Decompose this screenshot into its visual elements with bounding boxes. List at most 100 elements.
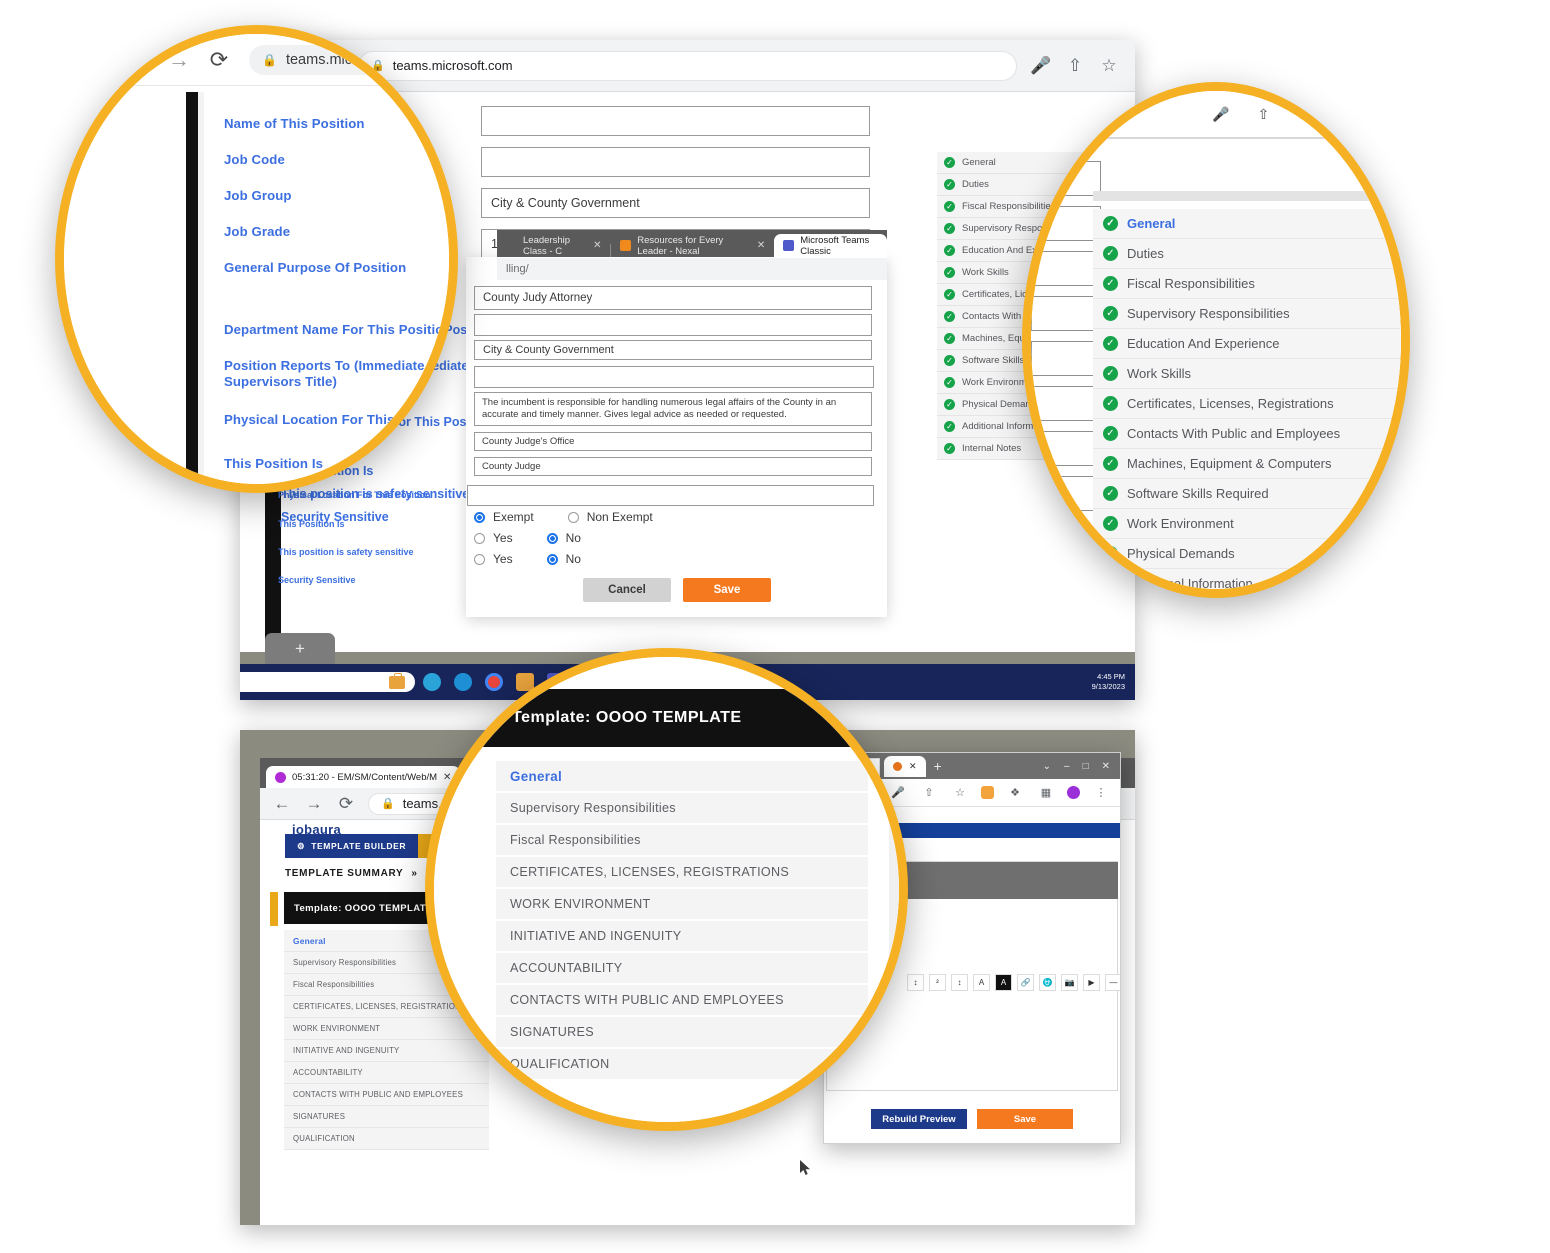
- star-icon[interactable]: ☆: [950, 783, 970, 803]
- list-item[interactable]: General: [496, 761, 868, 793]
- list-item[interactable]: INITIATIVE AND INGENUITY: [496, 921, 868, 953]
- close-icon[interactable]: ✕: [909, 761, 917, 772]
- share-icon[interactable]: ⇧: [1258, 106, 1270, 123]
- sliver-input-1[interactable]: [1031, 161, 1101, 196]
- sliver-input-8[interactable]: [1031, 476, 1101, 511]
- highlight-color-icon[interactable]: A: [995, 974, 1012, 991]
- list-item[interactable]: QUALIFICATION: [496, 1049, 868, 1081]
- share-icon[interactable]: ⇧: [1065, 56, 1085, 76]
- minimize-icon[interactable]: –: [1064, 761, 1070, 772]
- microphone-icon[interactable]: 🎤: [1212, 106, 1229, 123]
- list-item[interactable]: WORK ENVIRONMENT: [496, 889, 868, 921]
- input-name-of-position[interactable]: [481, 106, 870, 136]
- image-icon[interactable]: 📷: [1061, 974, 1078, 991]
- font-size-icon[interactable]: ↕: [907, 974, 924, 991]
- list-item[interactable]: Supervisory Responsibilities: [496, 793, 868, 825]
- text-color-icon[interactable]: A: [973, 974, 990, 991]
- list-item[interactable]: ✓ Software Skills Required: [1093, 479, 1401, 509]
- star-icon[interactable]: ☆: [1297, 106, 1310, 123]
- list-item[interactable]: CONTACTS WITH PUBLIC AND EMPLOYEES: [496, 985, 868, 1017]
- list-item[interactable]: ✓ Contacts With Public and Employees: [1093, 419, 1401, 449]
- sliver-input-3[interactable]: [1031, 251, 1101, 286]
- reload-icon[interactable]: ⟳: [336, 794, 356, 814]
- list-item[interactable]: ✓ Work Skills: [1093, 359, 1401, 389]
- front-textarea-general-purpose[interactable]: The incumbent is responsible for handlin…: [474, 392, 872, 426]
- front-input-blank-1[interactable]: [474, 366, 874, 388]
- input-job-code[interactable]: [481, 147, 870, 177]
- list-item[interactable]: ✓ Supervisory Responsibilities: [1093, 299, 1401, 329]
- list-item[interactable]: CERTIFICATES, LICENSES, REGISTRATIONS: [496, 857, 868, 889]
- new-tab-button[interactable]: +: [265, 633, 335, 665]
- list-item[interactable]: QUALIFICATION: [284, 1128, 489, 1150]
- radio-exempt[interactable]: [474, 511, 485, 523]
- reload-icon[interactable]: ⟳: [209, 47, 229, 72]
- extension-orange-icon[interactable]: [981, 786, 994, 799]
- video-icon[interactable]: ▶: [1083, 974, 1100, 991]
- radio-safety-no[interactable]: [546, 532, 558, 544]
- front-input-reports-to-2[interactable]: County Judge: [474, 457, 872, 476]
- sliver-input-7[interactable]: [1031, 431, 1101, 466]
- radio-safety-yes[interactable]: [474, 532, 485, 544]
- sidebar-icon[interactable]: ▦: [1036, 783, 1056, 803]
- list-item-label: Supervisory Responsibilities: [510, 801, 676, 815]
- tab-template-builder[interactable]: ⚙ TEMPLATE BUILDER: [285, 834, 419, 858]
- front-input-reports-to[interactable]: [474, 314, 872, 336]
- list-item[interactable]: SIGNATURES: [496, 1017, 868, 1049]
- list-item[interactable]: ✓ Work Environment: [1093, 509, 1401, 539]
- list-item[interactable]: ACCOUNTABILITY: [496, 953, 868, 985]
- close-icon[interactable]: ✕: [1102, 761, 1110, 772]
- maximize-icon[interactable]: □: [1083, 761, 1089, 772]
- share-icon[interactable]: ⇧: [919, 783, 939, 803]
- list-item[interactable]: ✓ Certificates, Licenses, Registrations: [1093, 389, 1401, 419]
- front-input-department[interactable]: County Judy Attorney: [474, 286, 872, 310]
- list-item[interactable]: ✓ Education And Experience: [1093, 329, 1401, 359]
- forward-arrow-icon[interactable]: →: [168, 47, 190, 72]
- front-window-url-fragment[interactable]: lling/: [497, 258, 887, 280]
- main-url-input[interactable]: 🔒 teams.microsoft.com: [358, 50, 1017, 81]
- list-item[interactable]: ✓ Duties: [1093, 239, 1401, 269]
- hr-icon[interactable]: —: [1105, 974, 1120, 991]
- plus-icon[interactable]: +: [934, 758, 942, 774]
- bottom-browser-tab[interactable]: 05:31:20 - EM/SM/Content/Web/M ✕: [266, 766, 461, 788]
- chevron-down-icon[interactable]: ⌄: [1043, 761, 1051, 772]
- list-item[interactable]: ✓ Physical Demands: [1093, 539, 1401, 569]
- cancel-button[interactable]: Cancel: [583, 578, 671, 602]
- subscript-icon[interactable]: ↕: [951, 974, 968, 991]
- front-input-blank-2[interactable]: [467, 485, 874, 506]
- browser-tab-1[interactable]: Leadership Class - C ✕: [497, 234, 610, 257]
- front-input-job-group[interactable]: City & County Government: [474, 340, 872, 360]
- front-input-department-name[interactable]: County Judge's Office: [474, 432, 872, 451]
- link-icon[interactable]: 🔗: [1017, 974, 1034, 991]
- close-icon[interactable]: ✕: [757, 240, 765, 251]
- extensions-icon[interactable]: ❖: [1005, 783, 1025, 803]
- sliver-input-2[interactable]: [1031, 206, 1101, 241]
- list-item[interactable]: ✓ Fiscal Responsibilities: [1093, 269, 1401, 299]
- forward-arrow-icon[interactable]: →: [304, 794, 324, 814]
- superscript-icon[interactable]: ²: [929, 974, 946, 991]
- unlink-icon[interactable]: ⛎: [1039, 974, 1056, 991]
- list-item[interactable]: ✓ Machines, Equipment & Computers: [1093, 449, 1401, 479]
- sliver-input-6[interactable]: [1031, 386, 1101, 421]
- taskbar-search-pill[interactable]: [240, 672, 415, 692]
- popup-save-button[interactable]: Save: [977, 1109, 1073, 1129]
- lens1-url-input[interactable]: 🔒 teams.microsoft.c: [249, 44, 449, 75]
- back-arrow-icon[interactable]: ←: [272, 794, 292, 814]
- save-button[interactable]: Save: [683, 578, 771, 602]
- taskbar-clock[interactable]: 4:45 PM 9/13/2023: [1092, 672, 1125, 692]
- list-item[interactable]: ✓ General: [1093, 209, 1401, 239]
- radio-non-exempt[interactable]: [567, 511, 579, 523]
- more-icon[interactable]: ⋮: [1091, 783, 1111, 803]
- sliver-input-5[interactable]: [1031, 341, 1101, 376]
- browser-tab-2[interactable]: Resources for Every Leader - Nexal ✕: [611, 234, 774, 257]
- list-item[interactable]: Fiscal Responsibilities: [496, 825, 868, 857]
- close-icon[interactable]: ✕: [593, 240, 601, 251]
- sliver-input-4[interactable]: [1031, 296, 1101, 331]
- input-job-group[interactable]: City & County Government: [481, 188, 870, 218]
- profile-icon[interactable]: [1067, 786, 1080, 799]
- browser-tab-3[interactable]: Microsoft Teams Classic: [774, 234, 887, 257]
- radio-security-no[interactable]: [546, 553, 558, 565]
- microphone-icon[interactable]: 🎤: [1030, 56, 1051, 76]
- radio-security-yes[interactable]: [474, 553, 485, 565]
- star-icon[interactable]: ☆: [1099, 56, 1119, 76]
- breadcrumb-item-0[interactable]: TEMPLATE SUMMARY: [285, 868, 403, 879]
